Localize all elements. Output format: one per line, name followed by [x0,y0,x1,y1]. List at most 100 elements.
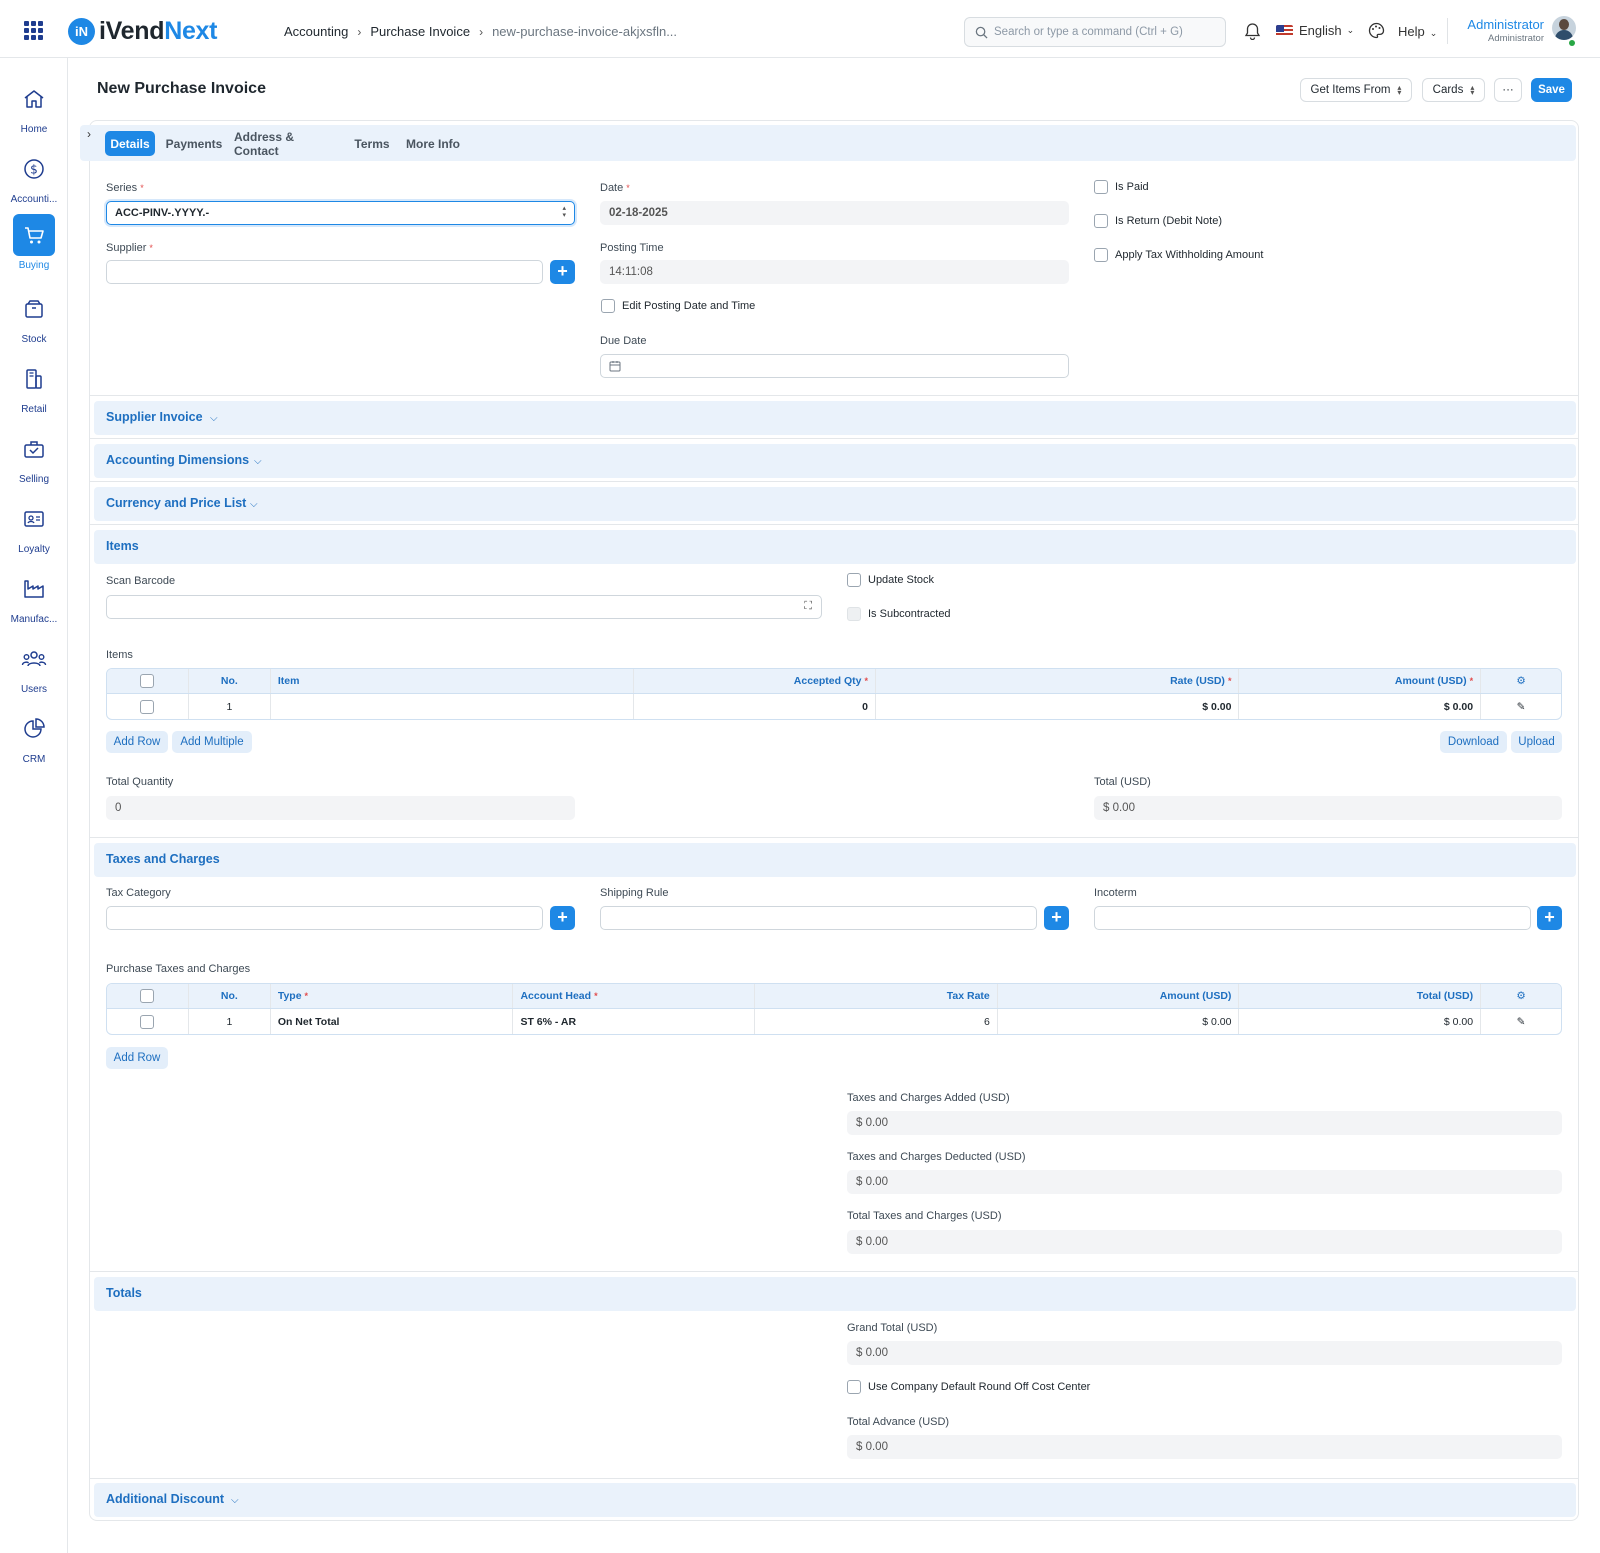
posting-time-field[interactable]: 14:11:08 [600,260,1069,284]
grand-total-field: $ 0.00 [847,1341,1562,1365]
upload-button[interactable]: Upload [1511,731,1562,753]
add-row-button[interactable]: Add Row [106,731,168,753]
divider [90,524,1578,525]
edit-posting-checkbox[interactable] [601,299,615,313]
column-settings-icon[interactable]: ⚙ [1481,669,1561,693]
add-incoterm-button[interactable]: + [1537,906,1562,930]
chevron-right-icon: › [357,24,362,39]
row-checkbox[interactable] [140,1014,155,1029]
supplier-input[interactable] [106,260,543,284]
date-field[interactable]: 02-18-2025 [600,201,1069,225]
user-menu[interactable]: Administrator Administrator [1452,17,1544,44]
due-date-field[interactable] [600,354,1069,378]
divider [90,1478,1578,1479]
supplier-label: Supplier * [106,242,153,254]
breadcrumb-purchase-invoice[interactable]: Purchase Invoice [370,24,470,39]
row-amount: $ 0.00 [998,1009,1240,1034]
total-advance-field: $ 0.00 [847,1435,1562,1459]
sidebar-item-stock[interactable]: Stock [0,288,68,345]
sidebar-item-manufacturing[interactable]: Manufac... [0,568,68,625]
more-actions-button[interactable]: ··· [1494,78,1522,102]
add-multiple-button[interactable]: Add Multiple [172,731,252,753]
row-checkbox[interactable] [140,699,155,714]
download-button[interactable]: Download [1440,731,1507,753]
chevron-down-icon: ⌄ [1346,25,1355,35]
section-items: Items [94,530,1576,564]
help-menu[interactable]: Help ⌄ [1398,24,1437,39]
is-return-checkbox[interactable] [1094,214,1108,228]
row-item[interactable] [271,694,635,719]
incoterm-input[interactable] [1094,906,1531,930]
save-button[interactable]: Save [1531,78,1572,102]
cart-icon [13,214,55,256]
sidebar-item-users[interactable]: Users [0,638,68,695]
section-currency-price-list[interactable]: Currency and Price List ⌵ [94,487,1576,521]
sidebar-item-retail[interactable]: Retail [0,358,68,415]
select-all-checkbox[interactable] [140,674,155,688]
tax-category-input[interactable] [106,906,543,930]
get-items-from-button[interactable]: Get Items From ▴ ▾ [1300,78,1412,102]
add-tax-row-button[interactable]: Add Row [106,1047,168,1069]
sidebar-item-crm[interactable]: CRM [0,708,68,765]
add-supplier-button[interactable]: + [550,260,575,284]
tab-more-info[interactable]: More Info [402,131,464,156]
sidebar-toggle-chevron-icon[interactable]: › [80,125,98,143]
app-grid-icon[interactable] [24,21,44,40]
page-title: New Purchase Invoice [97,80,266,97]
due-date-label: Due Date [600,335,647,347]
tab-address-contact[interactable]: Address & Contact [234,130,342,158]
row-qty[interactable]: 0 [634,694,876,719]
breadcrumb-accounting[interactable]: Accounting [284,24,348,39]
is-paid-checkbox[interactable] [1094,180,1108,194]
language-selector[interactable]: English ⌄ [1276,23,1354,38]
section-accounting-dimensions[interactable]: Accounting Dimensions ⌵ [94,444,1576,478]
table-header: No. Type * Account Head * Tax Rate Amount … [107,984,1561,1009]
scan-barcode-input[interactable]: ⛶ [106,595,822,619]
row-type[interactable]: On Net Total [271,1009,514,1034]
tab-details[interactable]: Details [105,131,155,156]
table-row[interactable]: 1 0 $ 0.00 $ 0.00 ✎ [107,694,1561,719]
shipping-rule-input[interactable] [600,906,1037,930]
edit-pencil-icon[interactable]: ✎ [1481,694,1561,719]
add-shipping-rule-button[interactable]: + [1044,906,1069,930]
section-additional-discount[interactable]: Additional Discount ⌵ [94,1483,1576,1517]
palette-icon[interactable] [1368,22,1385,39]
shipping-rule-label: Shipping Rule [600,887,669,899]
table-row[interactable]: 1 On Net Total ST 6% - AR 6 $ 0.00 $ 0.0… [107,1009,1561,1034]
posting-time-label: Posting Time [600,242,664,254]
dollar-circle-icon: $ [13,148,55,190]
table-header: No. Item Accepted Qty * Rate (USD) * Amoun… [107,669,1561,694]
row-rate[interactable]: $ 0.00 [876,694,1240,719]
update-stock-checkbox[interactable] [847,573,861,587]
sidebar-item-selling[interactable]: Selling [0,428,68,485]
search-input[interactable]: Search or type a command (Ctrl + G) [964,17,1226,47]
section-supplier-invoice[interactable]: Supplier Invoice ⌵ [94,401,1576,435]
row-tax-rate[interactable]: 6 [755,1009,998,1034]
items-table-label: Items [106,649,133,661]
chevron-right-icon: › [479,24,484,39]
sidebar-item-accounting[interactable]: $ Accounti... [0,148,68,205]
edit-posting-label: Edit Posting Date and Time [622,300,756,312]
app-logo[interactable]: iN iVendNext [68,16,217,46]
cards-button[interactable]: Cards ▴ ▾ [1422,78,1485,102]
bell-icon[interactable] [1244,22,1261,40]
column-settings-icon[interactable]: ⚙ [1481,984,1561,1008]
breadcrumb-current: new-purchase-invoice-akjxsfln... [492,24,678,39]
avatar[interactable] [1552,16,1576,40]
series-select[interactable]: ACC-PINV-.YYYY.- ▴ ▾ [106,201,575,225]
sidebar-item-buying[interactable]: Buying [0,214,68,271]
tab-terms[interactable]: Terms [351,131,393,156]
sidebar-item-home[interactable]: Home [0,78,68,135]
round-off-cost-center-checkbox[interactable] [847,1380,861,1394]
apply-tax-withholding-checkbox[interactable] [1094,248,1108,262]
add-tax-category-button[interactable]: + [550,906,575,930]
select-all-checkbox[interactable] [140,989,155,1003]
search-placeholder: Search or type a command (Ctrl + G) [994,26,1183,38]
tab-payments[interactable]: Payments [163,131,225,156]
sidebar-item-loyalty[interactable]: Loyalty [0,498,68,555]
row-account-head[interactable]: ST 6% - AR [513,1009,756,1034]
date-label: Date * [600,182,630,194]
is-subcontracted-label: Is Subcontracted [868,608,951,620]
is-subcontracted-checkbox [847,607,861,621]
edit-pencil-icon[interactable]: ✎ [1481,1009,1561,1034]
